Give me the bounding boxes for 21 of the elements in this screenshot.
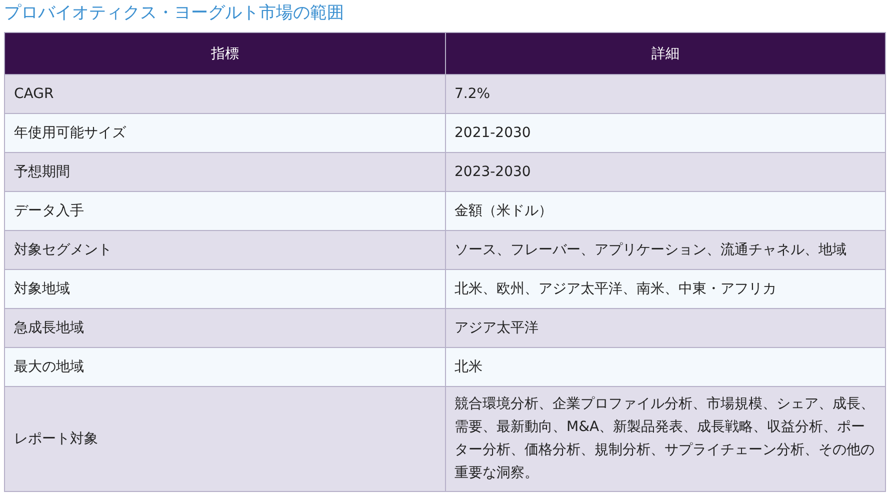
table-cell: 年使用可能サイズ bbox=[4, 114, 445, 152]
table-cell: 急成長地域 bbox=[4, 308, 445, 348]
table-cell: 最大の地域 bbox=[4, 348, 445, 386]
section-title: プロバイオティクス・ヨーグルト市場の範囲 bbox=[4, 2, 345, 25]
table-cell: レポート対象 bbox=[4, 386, 445, 492]
table-cell: 競合環境分析、企業プロファイル分析、市場規模、シェア、成長、需要、最新動向、M&A、新製品発表、成長戦略、収益分析、ポーター分析、価格分析、規制分析、サプライチェーン分析、その他の重要な洞察。 bbox=[445, 386, 886, 492]
table-cell: ソース、フレーバー、アプリケーション、流通チャネル、地域 bbox=[445, 230, 886, 270]
column-header: 詳細 bbox=[445, 32, 886, 74]
table-cell: 対象地域 bbox=[4, 270, 445, 308]
table-cell: 北米 bbox=[445, 348, 886, 386]
table-cell: CAGR bbox=[4, 74, 445, 114]
column-header: 指標 bbox=[4, 32, 445, 74]
table-cell: 予想期間 bbox=[4, 152, 445, 192]
table-cell: 北米、欧州、アジア太平洋、南米、中東・アフリカ bbox=[445, 270, 886, 308]
table-cell: 2021-2030 bbox=[445, 114, 886, 152]
table-cell: 金額（米ドル） bbox=[445, 192, 886, 230]
table-cell: 7.2% bbox=[445, 74, 886, 114]
table-cell: アジア太平洋 bbox=[445, 308, 886, 348]
table-cell: データ入手 bbox=[4, 192, 445, 230]
table-cell: 2023-2030 bbox=[445, 152, 886, 192]
table-cell: 対象セグメント bbox=[4, 230, 445, 270]
